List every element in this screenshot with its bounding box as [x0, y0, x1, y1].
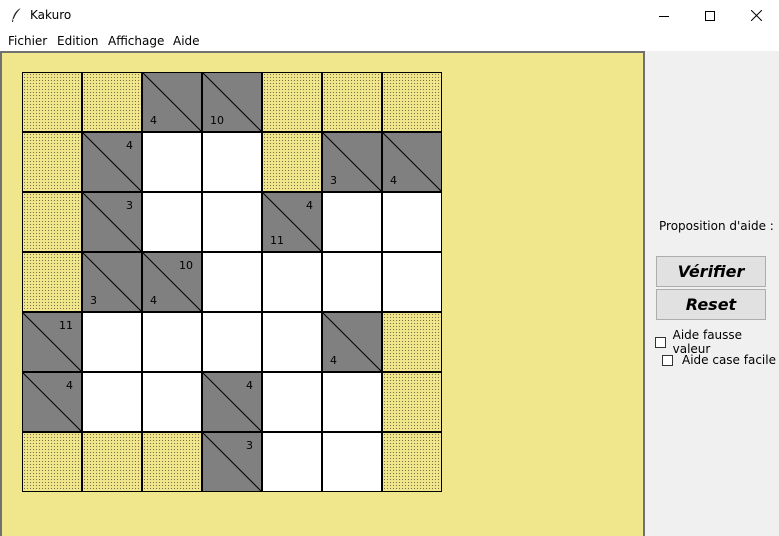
clue-right-sum: 10: [179, 259, 193, 272]
blocked-cell: [142, 432, 202, 492]
clue-cell: 10 4: [142, 252, 202, 312]
empty-cell[interactable]: [142, 312, 202, 372]
clue-right-sum: 3: [246, 439, 253, 452]
clue-right-sum: 4: [306, 199, 313, 212]
close-icon: [750, 10, 762, 21]
clue-right-sum: 4: [66, 379, 73, 392]
empty-cell[interactable]: [262, 432, 322, 492]
clue-cell: 4 11: [262, 192, 322, 252]
blocked-cell: [382, 372, 442, 432]
clue-down-sum: 4: [330, 354, 337, 367]
clue-right-sum: 3: [126, 199, 133, 212]
blocked-cell: [22, 72, 82, 132]
clue-down-sum: 3: [330, 174, 337, 187]
menu-aide[interactable]: Aide: [173, 34, 200, 48]
clue-right-sum: 4: [126, 139, 133, 152]
feather-icon: [12, 7, 22, 22]
empty-cell[interactable]: [262, 372, 322, 432]
empty-cell[interactable]: [322, 192, 382, 252]
clue-cell: 4: [322, 312, 382, 372]
clue-down-sum: 11: [270, 234, 284, 247]
wrong-value-label: Aide fausse valeur: [672, 328, 743, 356]
empty-cell[interactable]: [202, 312, 262, 372]
clue-cell: 4: [202, 372, 262, 432]
clue-cell: 4: [142, 72, 202, 132]
empty-cell[interactable]: [262, 312, 322, 372]
clue-cell: 3: [82, 252, 142, 312]
empty-cell[interactable]: [202, 132, 262, 192]
clue-down-sum: 10: [210, 114, 224, 127]
empty-cell[interactable]: [322, 252, 382, 312]
title-bar: Kakuro: [0, 0, 779, 31]
easy-cell-checkbox[interactable]: [662, 354, 673, 366]
blocked-cell: [22, 432, 82, 492]
empty-cell[interactable]: [142, 372, 202, 432]
empty-cell[interactable]: [142, 192, 202, 252]
blocked-cell: [22, 252, 82, 312]
easy-cell-checkbox-row[interactable]: Aide case facile: [662, 353, 776, 367]
empty-cell[interactable]: [82, 312, 142, 372]
blocked-cell: [22, 192, 82, 252]
clue-down-sum: 3: [90, 294, 97, 307]
wrong-value-checkbox[interactable]: [655, 336, 666, 348]
blocked-cell: [382, 312, 442, 372]
maximize-button[interactable]: [687, 0, 733, 31]
reset-button[interactable]: Reset: [656, 289, 766, 320]
minimize-button[interactable]: [641, 0, 687, 31]
menu-affichage[interactable]: Affichage: [108, 34, 164, 48]
empty-cell[interactable]: [142, 132, 202, 192]
blocked-cell: [262, 72, 322, 132]
clue-down-sum: 4: [150, 114, 157, 127]
side-panel: Proposition d'aide : Vérifier Reset Aide…: [645, 51, 779, 536]
clue-down-sum: 4: [390, 174, 397, 187]
blocked-cell: [382, 72, 442, 132]
clue-cell: 4: [382, 132, 442, 192]
aide-label: Proposition d'aide :: [659, 219, 774, 233]
empty-cell[interactable]: [322, 372, 382, 432]
wrong-value-checkbox-row[interactable]: Aide fausse valeur: [655, 328, 779, 356]
clue-cell: 3: [322, 132, 382, 192]
clue-cell: 11: [22, 312, 82, 372]
blocked-cell: [82, 72, 142, 132]
clue-cell: 10: [202, 72, 262, 132]
menu-edition[interactable]: Edition: [57, 34, 99, 48]
menu-fichier[interactable]: Fichier: [8, 34, 47, 48]
empty-cell[interactable]: [322, 432, 382, 492]
clue-cell: 4: [82, 132, 142, 192]
blocked-cell: [382, 432, 442, 492]
clue-cell: 4: [22, 372, 82, 432]
menu-bar: Fichier Edition Affichage Aide: [0, 31, 779, 51]
clue-right-sum: 11: [59, 319, 73, 332]
easy-cell-label: Aide case facile: [682, 353, 776, 367]
clue-right-sum: 4: [246, 379, 253, 392]
blocked-cell: [262, 132, 322, 192]
window-title: Kakuro: [30, 8, 72, 22]
kakuro-board: 4 10 4 3 4 3 4 11 3 10 4 11 4 4 4 3: [22, 72, 443, 493]
maximize-icon: [705, 10, 715, 21]
close-button[interactable]: [733, 0, 779, 31]
verify-button[interactable]: Vérifier: [656, 256, 766, 287]
blocked-cell: [82, 432, 142, 492]
clue-cell: 3: [202, 432, 262, 492]
empty-cell[interactable]: [382, 252, 442, 312]
empty-cell[interactable]: [202, 252, 262, 312]
puzzle-canvas: 4 10 4 3 4 3 4 11 3 10 4 11 4 4 4 3: [0, 51, 645, 536]
empty-cell[interactable]: [202, 192, 262, 252]
empty-cell[interactable]: [262, 252, 322, 312]
blocked-cell: [22, 132, 82, 192]
blocked-cell: [322, 72, 382, 132]
clue-cell: 3: [82, 192, 142, 252]
clue-down-sum: 4: [150, 294, 157, 307]
empty-cell[interactable]: [82, 372, 142, 432]
empty-cell[interactable]: [382, 192, 442, 252]
minimize-icon: [659, 15, 669, 17]
